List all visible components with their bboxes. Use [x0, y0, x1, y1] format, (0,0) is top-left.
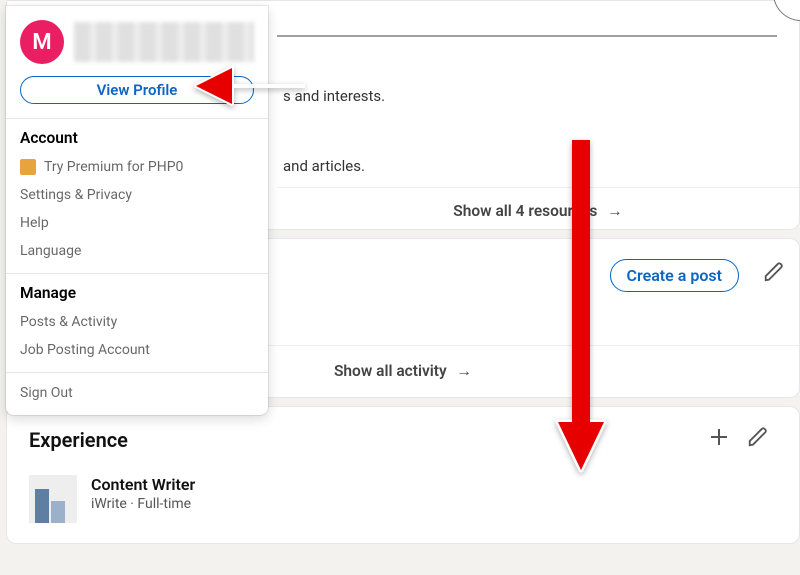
- premium-icon: [20, 159, 36, 175]
- experience-card: Experience Content Writer iWrite · Full-…: [6, 406, 800, 544]
- job-posting-item[interactable]: Job Posting Account: [20, 336, 254, 364]
- show-activity-label: Show all activity: [334, 362, 447, 380]
- plus-icon[interactable]: [699, 425, 739, 455]
- posts-activity-item[interactable]: Posts & Activity: [20, 308, 254, 336]
- annotation-arrow-left-icon: [190, 56, 310, 116]
- try-premium-label: Try Premium for PHP0: [44, 159, 183, 175]
- avatar-initial: M: [32, 30, 51, 55]
- annotation-arrow-down-icon: [546, 136, 616, 476]
- experience-text: Content Writer iWrite · Full-time: [91, 475, 195, 523]
- experience-header: Experience: [29, 425, 777, 455]
- account-heading: Account: [20, 129, 254, 147]
- settings-privacy-item[interactable]: Settings & Privacy: [20, 181, 254, 209]
- show-all-resources[interactable]: Show all 4 resources →: [277, 187, 799, 235]
- account-section: Account Try Premium for PHP0 Settings & …: [6, 118, 268, 273]
- experience-title: Content Writer: [91, 475, 195, 494]
- try-premium-item[interactable]: Try Premium for PHP0: [20, 153, 254, 181]
- arrow-right-icon: →: [457, 362, 473, 381]
- company-logo-icon: [29, 475, 77, 523]
- help-item[interactable]: Help: [20, 209, 254, 237]
- corner-circle: [773, 0, 800, 21]
- manage-heading: Manage: [20, 284, 254, 302]
- avatar: M: [20, 20, 64, 64]
- articles-fragment: and articles.: [283, 157, 365, 175]
- experience-item[interactable]: Content Writer iWrite · Full-time: [29, 475, 777, 523]
- language-item[interactable]: Language: [20, 237, 254, 265]
- divider: [277, 35, 777, 37]
- sign-out-item[interactable]: Sign Out: [6, 372, 268, 415]
- edit-icon[interactable]: [739, 426, 777, 454]
- manage-section: Manage Posts & Activity Job Posting Acco…: [6, 273, 268, 372]
- experience-subtitle: iWrite · Full-time: [91, 496, 195, 512]
- edit-icon[interactable]: [763, 261, 785, 289]
- create-post-button[interactable]: Create a post: [610, 259, 739, 292]
